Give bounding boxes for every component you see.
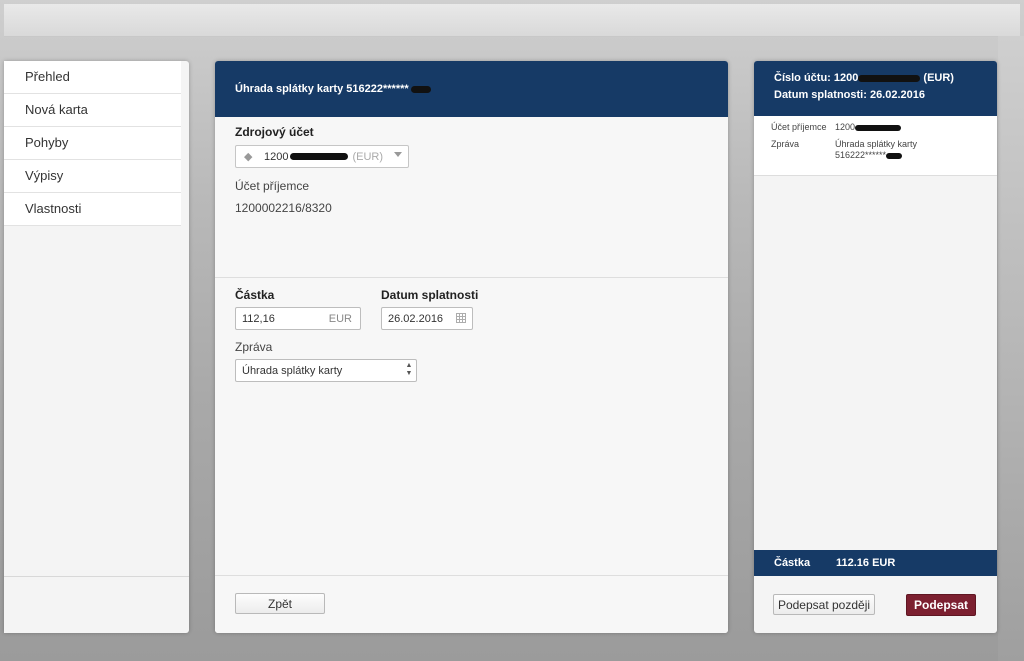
message-value: Úhrada splátky karty — [242, 364, 343, 377]
summary-message-line1: Úhrada splátky karty — [835, 139, 918, 149]
calendar-icon[interactable] — [456, 313, 466, 323]
summary-message-row: Zpráva Úhrada splátky karty 516222****** — [754, 139, 997, 167]
sidebar-item-pohyby[interactable]: Pohyby — [4, 127, 181, 160]
amount-label: Částka — [235, 288, 275, 302]
back-button[interactable]: Zpět — [235, 593, 325, 614]
sign-button[interactable]: Podepsat — [906, 594, 976, 616]
summary-amount-value: 112.16 EUR — [836, 557, 896, 569]
due-date-value: 26.02.2016 — [388, 312, 444, 325]
accounts-section: Zdrojový účet ◆ 1200 (EUR) Účet příjemce… — [215, 117, 728, 278]
source-account-select[interactable]: ◆ 1200 (EUR) — [235, 145, 409, 168]
sign-later-button[interactable]: Podepsat později — [773, 594, 875, 615]
summary-recipient-label: Účet příjemce — [771, 122, 827, 132]
message-group: Zpráva Úhrada splátky karty ▲ ▼ — [215, 330, 728, 382]
masked-account-number — [855, 124, 902, 131]
background-blur — [998, 36, 1024, 661]
masked-card-digits — [410, 85, 431, 93]
top-bar — [4, 4, 1020, 37]
masked-account-number — [290, 153, 349, 160]
summary-details: Účet příjemce 1200 Zpráva Úhrada splátky… — [754, 116, 997, 176]
amount-input[interactable]: 112,16 EUR — [235, 307, 361, 330]
payment-form-panel: Úhrada splátky karty 516222****** Zdrojo… — [215, 61, 728, 633]
recipient-label: Účet příjemce — [235, 179, 310, 193]
form-title: Úhrada splátky karty 516222****** — [235, 83, 409, 95]
chevron-down-icon[interactable] — [394, 152, 402, 157]
diamond-icon: ◆ — [244, 150, 253, 163]
summary-panel: Číslo účtu: 1200 (EUR) Datum splatnosti:… — [754, 61, 997, 633]
form-header: Úhrada splátky karty 516222****** — [215, 61, 728, 117]
summary-recipient-value-wrap: 1200 — [835, 122, 945, 133]
sidebar-item-vypisy[interactable]: Výpisy — [4, 160, 181, 193]
source-account-value: 1200 — [264, 150, 289, 163]
masked-account-number — [858, 74, 921, 82]
sidebar-item-prehled[interactable]: Přehled — [4, 61, 181, 94]
due-date-label: Datum splatnosti — [381, 288, 479, 302]
summary-message-line2: 516222****** — [835, 150, 887, 160]
due-date-group: Datum splatnosti 26.02.2016 — [381, 288, 478, 330]
summary-message-line2-wrap: 516222****** — [835, 150, 945, 161]
source-account-label: Zdrojový účet — [235, 125, 314, 139]
sidebar-divider — [4, 576, 189, 577]
form-footer: Zpět — [215, 575, 728, 633]
summary-account: Číslo účtu: 1200 — [774, 72, 859, 84]
amount-group: Částka 112,16 EUR — [235, 288, 361, 330]
spinner-icon[interactable]: ▲ ▼ — [405, 362, 413, 378]
amount-date-row: Částka 112,16 EUR Datum splatnosti 26.02… — [215, 278, 728, 330]
summary-amount-bar: Částka 112.16 EUR — [754, 550, 997, 576]
message-select[interactable]: Úhrada splátky karty ▲ ▼ — [235, 359, 417, 382]
sidebar: Přehled Nová karta Pohyby Výpisy Vlastno… — [4, 61, 189, 633]
masked-card-digits — [886, 152, 903, 159]
summary-message-value-wrap: Úhrada splátky karty 516222****** — [835, 139, 945, 161]
summary-message-label: Zpráva — [771, 139, 800, 149]
summary-header: Číslo účtu: 1200 (EUR) Datum splatnosti:… — [754, 61, 997, 116]
summary-amount-label: Částka — [774, 557, 811, 569]
summary-account-line: Číslo účtu: 1200 (EUR) — [774, 70, 997, 87]
summary-account-currency: (EUR) — [923, 72, 954, 84]
source-account-currency: (EUR) — [352, 150, 384, 163]
amount-value: 112,16 — [242, 312, 275, 325]
message-label: Zpráva — [235, 340, 273, 354]
summary-recipient-row: Účet příjemce 1200 — [754, 122, 997, 139]
summary-due-date: Datum splatnosti: 26.02.2016 — [774, 89, 926, 101]
due-date-input[interactable]: 26.02.2016 — [381, 307, 473, 330]
summary-recipient-value: 1200 — [835, 122, 856, 132]
sidebar-item-nova-karta[interactable]: Nová karta — [4, 94, 181, 127]
amount-currency: EUR — [328, 312, 352, 325]
recipient-value: 1200002216/8320 — [235, 201, 332, 215]
sidebar-item-vlastnosti[interactable]: Vlastnosti — [4, 193, 181, 226]
